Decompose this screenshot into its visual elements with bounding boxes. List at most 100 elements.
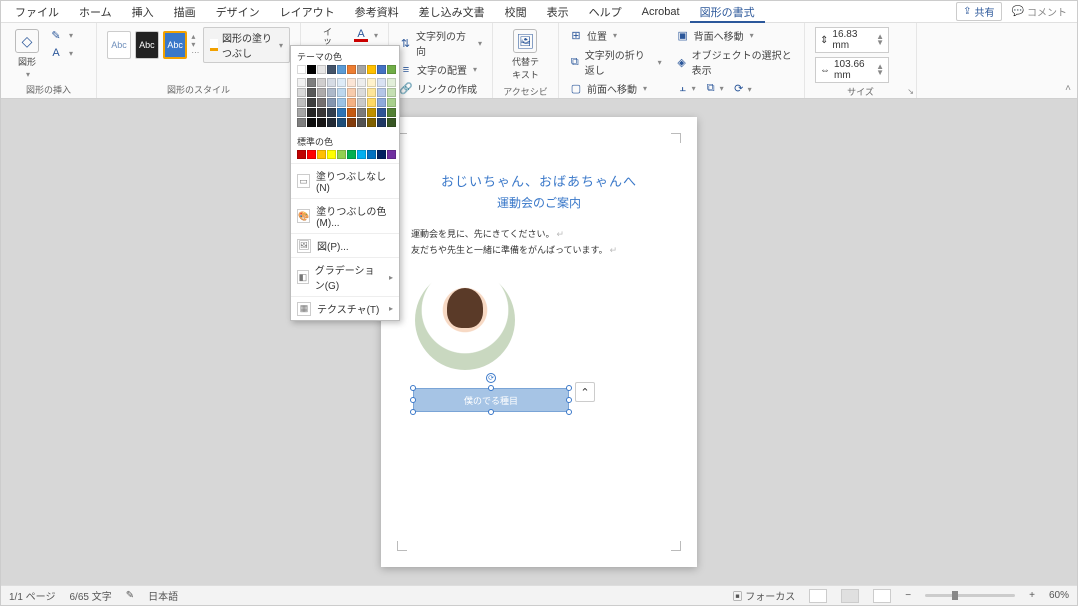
menu-view[interactable]: 表示: [537, 1, 579, 23]
status-language[interactable]: 日本語: [148, 588, 178, 603]
color-swatch[interactable]: [307, 65, 316, 74]
color-swatch[interactable]: [367, 118, 376, 127]
edit-shape-button[interactable]: ✎▾: [49, 27, 73, 43]
color-swatch[interactable]: [327, 108, 336, 117]
color-swatch[interactable]: [357, 150, 366, 159]
comment-button[interactable]: 💬コメント: [1006, 3, 1073, 20]
color-swatch[interactable]: [317, 150, 326, 159]
menu-mailings[interactable]: 差し込み文書: [409, 1, 495, 23]
color-swatch[interactable]: [387, 78, 396, 87]
layout-options-button[interactable]: ⌃: [575, 382, 595, 402]
color-swatch[interactable]: [327, 118, 336, 127]
wrap-text-button[interactable]: ⧉文字列の折り返し▾: [569, 46, 662, 78]
color-swatch[interactable]: [337, 150, 346, 159]
color-swatch[interactable]: [357, 118, 366, 127]
gradient-fill-item[interactable]: ◧グラデーション(G)▸: [291, 257, 399, 296]
collapse-ribbon-button[interactable]: ˄: [1065, 83, 1071, 94]
document-canvas[interactable]: おじいちゃん、おばあちゃんへ 運動会のご案内 運動会を見に、先にきてください。↵…: [1, 99, 1077, 585]
more-colors-item[interactable]: 🎨塗りつぶしの色(M)...: [291, 198, 399, 233]
color-swatch[interactable]: [387, 98, 396, 107]
resize-handle[interactable]: [410, 397, 416, 403]
color-swatch[interactable]: [307, 88, 316, 97]
doc-paragraph[interactable]: 友だちや先生と一緒に準備をがんばっています。↵: [411, 243, 667, 256]
view-web-button[interactable]: [873, 589, 891, 603]
align-button[interactable]: ⫠▾: [676, 81, 696, 95]
color-swatch[interactable]: [317, 98, 326, 107]
color-swatch[interactable]: [307, 118, 316, 127]
shape-fill-dropdown[interactable]: 図形の塗りつぶし ▾: [203, 27, 290, 63]
create-link-button[interactable]: 🔗リンクの作成: [399, 80, 477, 97]
color-swatch[interactable]: [317, 78, 326, 87]
text-direction-button[interactable]: ⇅文字列の方向▾: [399, 27, 482, 59]
color-swatch[interactable]: [297, 108, 306, 117]
color-swatch[interactable]: [367, 65, 376, 74]
color-swatch[interactable]: [307, 78, 316, 87]
color-swatch[interactable]: [377, 108, 386, 117]
color-swatch[interactable]: [297, 98, 306, 107]
resize-handle[interactable]: [488, 385, 494, 391]
shape-height-field[interactable]: ⇕16.83 mm▲▼: [815, 27, 889, 53]
color-swatch[interactable]: [327, 78, 336, 87]
color-swatch[interactable]: [337, 108, 346, 117]
resize-handle[interactable]: [566, 409, 572, 415]
resize-handle[interactable]: [566, 397, 572, 403]
alt-text-button[interactable]: 🖼 代替テ キスト: [508, 27, 543, 83]
zoom-thumb[interactable]: [952, 591, 958, 600]
shape-width-field[interactable]: ⇔103.66 mm▲▼: [815, 57, 889, 83]
color-swatch[interactable]: [347, 98, 356, 107]
zoom-in-button[interactable]: +: [1029, 590, 1035, 601]
menu-acrobat[interactable]: Acrobat: [632, 3, 690, 21]
color-swatch[interactable]: [367, 78, 376, 87]
selected-shape[interactable]: 僕のでる種目 ⟳: [413, 388, 569, 412]
status-proofing-icon[interactable]: ✎: [126, 590, 134, 601]
color-swatch[interactable]: [297, 88, 306, 97]
share-button[interactable]: ⇪共有: [956, 2, 1001, 21]
style-preset-3[interactable]: Abc: [163, 31, 188, 59]
align-text-button[interactable]: ≡文字の配置▾: [399, 61, 477, 78]
color-swatch[interactable]: [377, 78, 386, 87]
page[interactable]: おじいちゃん、おばあちゃんへ 運動会のご案内 運動会を見に、先にきてください。↵…: [381, 117, 697, 567]
send-backward-button[interactable]: ▣背面へ移動▾: [676, 27, 794, 44]
texture-fill-item[interactable]: ▦テクスチャ(T)▸: [291, 296, 399, 320]
color-swatch[interactable]: [347, 150, 356, 159]
style-preset-1[interactable]: Abc: [107, 31, 131, 59]
color-swatch[interactable]: [387, 88, 396, 97]
color-swatch[interactable]: [307, 98, 316, 107]
resize-handle[interactable]: [566, 385, 572, 391]
color-swatch[interactable]: [327, 88, 336, 97]
resize-handle[interactable]: [410, 385, 416, 391]
menu-layout[interactable]: レイアウト: [270, 1, 345, 23]
color-swatch[interactable]: [347, 108, 356, 117]
rotate-handle[interactable]: ⟳: [486, 373, 496, 383]
selection-pane-button[interactable]: ◈オブジェクトの選択と表示: [676, 46, 794, 78]
color-swatch[interactable]: [367, 108, 376, 117]
color-swatch[interactable]: [367, 88, 376, 97]
style-preset-2[interactable]: Abc: [135, 31, 159, 59]
color-swatch[interactable]: [347, 65, 356, 74]
bring-forward-button[interactable]: ▢前面へ移動▾: [569, 80, 662, 97]
color-swatch[interactable]: [347, 88, 356, 97]
color-swatch[interactable]: [337, 98, 346, 107]
color-swatch[interactable]: [297, 78, 306, 87]
color-swatch[interactable]: [337, 65, 346, 74]
color-swatch[interactable]: [337, 118, 346, 127]
color-swatch[interactable]: [317, 118, 326, 127]
menu-references[interactable]: 参考資料: [345, 1, 409, 23]
zoom-level[interactable]: 60%: [1049, 590, 1069, 601]
menu-insert[interactable]: 挿入: [122, 1, 164, 23]
status-word-count[interactable]: 6/65 文字: [69, 588, 111, 603]
color-swatch[interactable]: [347, 118, 356, 127]
color-swatch[interactable]: [387, 118, 396, 127]
color-swatch[interactable]: [317, 108, 326, 117]
zoom-out-button[interactable]: −: [905, 590, 911, 601]
rotate-button[interactable]: ⟳▾: [732, 81, 752, 95]
position-button[interactable]: ⊞位置▾: [569, 27, 662, 44]
size-launcher[interactable]: ↘: [907, 87, 914, 96]
style-gallery-more[interactable]: ▴▾⋯: [191, 33, 199, 57]
color-swatch[interactable]: [317, 88, 326, 97]
color-swatch[interactable]: [367, 150, 376, 159]
color-swatch[interactable]: [357, 98, 366, 107]
color-swatch[interactable]: [387, 150, 396, 159]
color-swatch[interactable]: [297, 118, 306, 127]
color-swatch[interactable]: [377, 98, 386, 107]
